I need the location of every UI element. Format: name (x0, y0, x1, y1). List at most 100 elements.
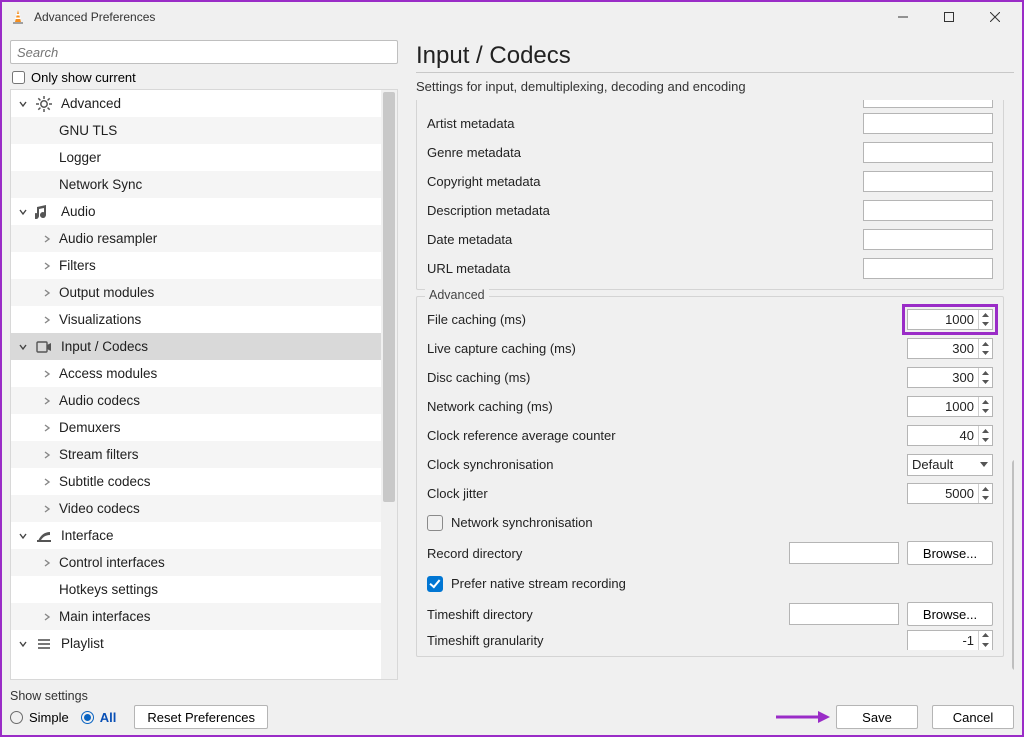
tree-item-label: Stream filters (59, 447, 139, 462)
tree-item-advanced[interactable]: Advanced (11, 90, 397, 117)
chevron-right-icon[interactable] (41, 314, 53, 326)
tree-item-control-interfaces[interactable]: Control interfaces (11, 549, 397, 576)
tree-item-main-interfaces[interactable]: Main interfaces (11, 603, 397, 630)
metadata-input-cut[interactable] (863, 100, 993, 108)
metadata-input[interactable] (863, 229, 993, 250)
tree-item-label: Main interfaces (59, 609, 151, 624)
tree-item-label: Interface (61, 528, 114, 543)
tree-item-audio-codecs[interactable]: Audio codecs (11, 387, 397, 414)
codec-icon (35, 338, 53, 356)
only-show-current-label: Only show current (31, 70, 136, 85)
tree-item-interface[interactable]: Interface (11, 522, 397, 549)
tree-item-label: Access modules (59, 366, 157, 381)
prefer-native-label: Prefer native stream recording (451, 576, 626, 591)
chevron-right-icon[interactable] (41, 557, 53, 569)
chevron-right-icon[interactable] (41, 611, 53, 623)
chevron-right-icon[interactable] (41, 449, 53, 461)
tree-item-input-codecs[interactable]: Input / Codecs (11, 333, 397, 360)
record-dir-browse-button[interactable]: Browse... (907, 541, 993, 565)
minimize-button[interactable] (880, 2, 926, 32)
only-show-current[interactable]: Only show current (10, 70, 398, 85)
metadata-input[interactable] (863, 258, 993, 279)
playlist-icon (35, 635, 53, 653)
tree-item-audio[interactable]: Audio (11, 198, 397, 225)
prefer-native-checkbox[interactable] (427, 576, 443, 592)
spinner-buttons[interactable] (978, 310, 992, 329)
maximize-button[interactable] (926, 2, 972, 32)
metadata-input[interactable] (863, 171, 993, 192)
chevron-right-icon[interactable] (41, 260, 53, 272)
chevron-down-icon[interactable] (17, 206, 29, 218)
tree-item-audio-resampler[interactable]: Audio resampler (11, 225, 397, 252)
chevron-right-icon[interactable] (41, 233, 53, 245)
live-caching-spinner[interactable]: 300 (907, 338, 993, 359)
metadata-group: Artist metadataGenre metadataCopyright m… (416, 100, 1004, 290)
form-scrollbar-thumb[interactable] (1012, 460, 1014, 670)
settings-tree[interactable]: Advanced GNU TLS Logger Network Sync Audio Au… (10, 89, 398, 680)
tree-item-demuxers[interactable]: Demuxers (11, 414, 397, 441)
form-scrollbar[interactable] (1012, 100, 1014, 680)
tree-item-filters[interactable]: Filters (11, 252, 397, 279)
net-sync-checkbox[interactable] (427, 515, 443, 531)
timeshift-gran-spinner[interactable]: -1 (907, 630, 993, 650)
search-input[interactable] (10, 40, 398, 64)
tree-item-network-sync[interactable]: Network Sync (11, 171, 397, 198)
tree-item-label: Hotkeys settings (59, 582, 158, 597)
tree-item-stream-filters[interactable]: Stream filters (11, 441, 397, 468)
metadata-input[interactable] (863, 142, 993, 163)
tree-item-label: Filters (59, 258, 96, 273)
close-button[interactable] (972, 2, 1018, 32)
tree-item-label: Control interfaces (59, 555, 165, 570)
cancel-button[interactable]: Cancel (932, 705, 1014, 729)
tree-item-logger[interactable]: Logger (11, 144, 397, 171)
tree-item-access-modules[interactable]: Access modules (11, 360, 397, 387)
chevron-right-icon[interactable] (41, 503, 53, 515)
simple-radio[interactable] (10, 711, 23, 724)
tree-item-video-codecs[interactable]: Video codecs (11, 495, 397, 522)
metadata-input[interactable] (863, 113, 993, 134)
chevron-down-icon[interactable] (17, 638, 29, 650)
tree-scrollbar-thumb[interactable] (383, 92, 395, 502)
disc-caching-spinner[interactable]: 300 (907, 367, 993, 388)
tree-item-output-modules[interactable]: Output modules (11, 279, 397, 306)
clock-sync-select[interactable]: Default (907, 454, 993, 476)
tree-item-gnu-tls[interactable]: GNU TLS (11, 117, 397, 144)
record-dir-label: Record directory (427, 546, 789, 561)
chevron-down-icon[interactable] (17, 98, 29, 110)
tree-scrollbar[interactable] (381, 90, 397, 679)
tree-item-label: Video codecs (59, 501, 140, 516)
tree-item-label: Network Sync (59, 177, 142, 192)
tree-item-playlist[interactable]: Playlist (11, 630, 397, 657)
tree-item-label: Output modules (59, 285, 154, 300)
advanced-group-title: Advanced (425, 288, 489, 302)
tree-item-label: Playlist (61, 636, 104, 651)
tree-item-hotkeys-settings[interactable]: Hotkeys settings (11, 576, 397, 603)
metadata-input[interactable] (863, 200, 993, 221)
chevron-right-icon[interactable] (41, 476, 53, 488)
reset-preferences-button[interactable]: Reset Preferences (134, 705, 268, 729)
tree-item-label: GNU TLS (59, 123, 117, 138)
window-title: Advanced Preferences (34, 10, 880, 24)
tree-item-label: Audio resampler (59, 231, 157, 246)
tree-item-visualizations[interactable]: Visualizations (11, 306, 397, 333)
timeshift-dir-input[interactable] (789, 603, 899, 625)
clock-avg-spinner[interactable]: 40 (907, 425, 993, 446)
tree-item-subtitle-codecs[interactable]: Subtitle codecs (11, 468, 397, 495)
chevron-right-icon[interactable] (41, 287, 53, 299)
file-caching-spinner[interactable]: 1000 (907, 309, 993, 330)
net-caching-spinner[interactable]: 1000 (907, 396, 993, 417)
timeshift-dir-label: Timeshift directory (427, 607, 789, 622)
save-button[interactable]: Save (836, 705, 918, 729)
clock-jitter-spinner[interactable]: 5000 (907, 483, 993, 504)
net-caching-label: Network caching (ms) (427, 399, 907, 414)
record-dir-input[interactable] (789, 542, 899, 564)
chevron-down-icon[interactable] (17, 530, 29, 542)
footer: Show settings Simple All Reset Preferenc… (10, 689, 1014, 729)
chevron-down-icon[interactable] (17, 341, 29, 353)
only-show-current-checkbox[interactable] (12, 71, 25, 84)
all-radio[interactable] (81, 711, 94, 724)
timeshift-dir-browse-button[interactable]: Browse... (907, 602, 993, 626)
chevron-right-icon[interactable] (41, 368, 53, 380)
chevron-right-icon[interactable] (41, 422, 53, 434)
chevron-right-icon[interactable] (41, 395, 53, 407)
